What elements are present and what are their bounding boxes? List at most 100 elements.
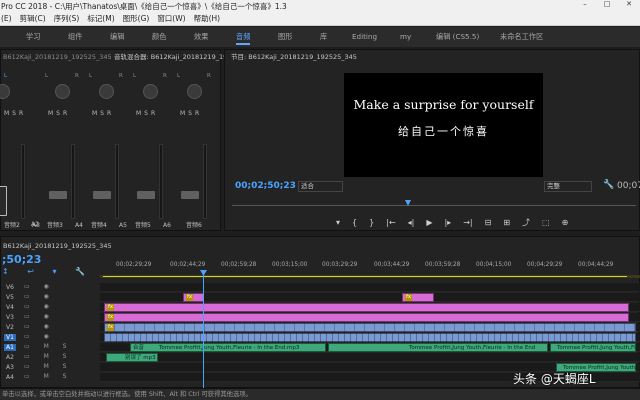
pan-knob[interactable] bbox=[99, 84, 114, 99]
workspace-my[interactable]: my bbox=[400, 27, 411, 47]
pan-knob[interactable] bbox=[143, 84, 158, 99]
workspace-editing[interactable]: 编辑 bbox=[110, 27, 124, 47]
menu-sequence[interactable]: 序列(S) bbox=[54, 13, 80, 25]
mark-in-icon[interactable]: { bbox=[352, 218, 357, 227]
go-to-out-icon[interactable]: →| bbox=[463, 218, 472, 227]
video-clip[interactable]: fx bbox=[183, 293, 204, 302]
track-lane-a1[interactable]: 合音 Tommee Profitt,Jung Youth,Fleurie - In… bbox=[100, 343, 640, 352]
playback-quality-select[interactable]: 完整 bbox=[544, 181, 592, 192]
camera-icon[interactable]: ⬚ bbox=[542, 218, 550, 227]
fader-handle[interactable] bbox=[0, 186, 7, 216]
track-header-v6[interactable]: V6 ▭ ◉ bbox=[0, 283, 100, 293]
workspace-learn[interactable]: 学习 bbox=[26, 27, 40, 47]
track-lane-v4[interactable]: fx bbox=[100, 303, 640, 312]
maximize-button[interactable]: □ bbox=[600, 0, 614, 13]
video-clip[interactable]: fx bbox=[402, 293, 434, 302]
add-marker-icon[interactable]: ▾ bbox=[336, 218, 340, 227]
fader-handle[interactable] bbox=[181, 191, 199, 199]
msr-buttons[interactable]: MSR bbox=[4, 110, 26, 117]
track-toggles-icon[interactable]: ▭ M S bbox=[24, 343, 72, 350]
timeline-timecode[interactable]: ;50;23 bbox=[2, 253, 41, 266]
program-scrub-bar[interactable] bbox=[232, 200, 636, 209]
zoom-fit-select[interactable]: 适合 bbox=[298, 181, 343, 192]
workspace-color[interactable]: 颜色 bbox=[152, 27, 166, 47]
close-button[interactable]: ✕ bbox=[622, 0, 636, 13]
menu-edit[interactable]: (E) bbox=[1, 13, 12, 25]
program-tab[interactable]: 节目: B612Kaji_20181219_192525_345 bbox=[231, 50, 357, 64]
menu-graphics[interactable]: 图形(G) bbox=[123, 13, 150, 25]
audio-clip[interactable]: Tommee Profitt,Jung Youth,Fleurie - In t… bbox=[328, 343, 548, 352]
lift-icon[interactable]: ⊟ bbox=[485, 218, 492, 227]
menu-marker[interactable]: 标记(M) bbox=[87, 13, 114, 25]
mixer-tab-source[interactable]: B612Kaji_20181219_192525_345 bbox=[3, 50, 112, 64]
fader-handle[interactable] bbox=[49, 191, 67, 199]
msr-buttons[interactable]: MSR bbox=[48, 110, 70, 117]
timeline-tools[interactable]: ↕ ↩ ▾ 🔧 bbox=[2, 267, 93, 276]
track-lane-v1[interactable] bbox=[100, 333, 640, 342]
step-forward-icon[interactable]: |▸ bbox=[444, 218, 451, 227]
menu-clip[interactable]: 剪辑(C) bbox=[20, 13, 46, 25]
track-lane-a2[interactable]: 别误了 mp3 bbox=[100, 353, 640, 362]
track-header-v2[interactable]: V2 ▭ ◉ bbox=[0, 323, 100, 333]
workspace-effects[interactable]: 效果 bbox=[194, 27, 208, 47]
program-timecode[interactable]: 00;02;50;23 bbox=[235, 181, 296, 191]
timeline-playhead[interactable] bbox=[203, 272, 204, 390]
fader-handle[interactable] bbox=[137, 191, 155, 199]
msr-buttons[interactable]: MSR bbox=[92, 110, 114, 117]
audio-clip[interactable]: 合音 Tommee Profitt,Jung Youth,Fleurie - In… bbox=[130, 343, 326, 352]
menu-window[interactable]: 窗口(W) bbox=[157, 13, 185, 25]
track-toggles-icon[interactable]: ▭ ◉ bbox=[24, 323, 55, 330]
menu-help[interactable]: 帮助(H) bbox=[194, 13, 221, 25]
workspace-assembly[interactable]: 组件 bbox=[68, 27, 82, 47]
track-lane-v3[interactable]: fx bbox=[100, 313, 640, 322]
minimize-button[interactable]: – bbox=[578, 0, 592, 13]
track-header-v1[interactable]: V1 ▭ ◉ bbox=[0, 333, 100, 343]
track-header-v5[interactable]: V5 ▭ ◉ bbox=[0, 293, 100, 303]
workspace-cs55[interactable]: 编辑 (CS5.5) bbox=[436, 27, 479, 47]
track-toggles-icon[interactable]: ▭ M S bbox=[24, 373, 72, 380]
go-to-in-icon[interactable]: |← bbox=[386, 218, 395, 227]
track-header-a3[interactable]: A3 ▭ M S bbox=[0, 363, 100, 373]
workspace-audio[interactable]: 音频 bbox=[236, 27, 251, 47]
track-toggles-icon[interactable]: ▭ ◉ bbox=[24, 313, 55, 320]
video-clip[interactable]: fx bbox=[104, 313, 629, 322]
pan-knob[interactable] bbox=[187, 84, 202, 99]
pan-knob[interactable] bbox=[55, 84, 70, 99]
mark-out-icon[interactable]: } bbox=[369, 218, 374, 227]
pan-knob[interactable] bbox=[0, 84, 10, 99]
video-clip[interactable] bbox=[104, 333, 636, 342]
video-clip[interactable]: fx bbox=[104, 303, 629, 312]
track-toggles-icon[interactable]: ▭ ◉ bbox=[24, 293, 55, 300]
track-header-a4[interactable]: A4 ▭ M S bbox=[0, 373, 100, 383]
msr-buttons[interactable]: MSR bbox=[136, 110, 158, 117]
track-lane-v5[interactable]: fx fx bbox=[100, 293, 640, 302]
track-toggles-icon[interactable]: ▭ ◉ bbox=[24, 303, 55, 310]
fader-handle[interactable] bbox=[93, 191, 111, 199]
step-back-icon[interactable]: ◂| bbox=[408, 218, 415, 227]
video-clip[interactable]: fx bbox=[104, 323, 636, 332]
msr-buttons[interactable]: MSR bbox=[180, 110, 202, 117]
track-toggles-icon[interactable]: ▭ M S bbox=[24, 353, 72, 360]
workspace-libraries[interactable]: 库 bbox=[320, 27, 327, 47]
audio-clip[interactable]: 别误了 mp3 bbox=[106, 353, 158, 362]
workspace-editing-en[interactable]: Editing bbox=[352, 27, 377, 47]
workspace-untitled[interactable]: 未命名工作区 bbox=[500, 27, 543, 47]
track-lane-v2[interactable]: fx bbox=[100, 323, 640, 332]
track-header-v4[interactable]: V4 ▭ ◉ bbox=[0, 303, 100, 313]
audio-clip[interactable]: Tommee Profitt,Jung Youth,Fleu bbox=[550, 343, 640, 352]
extract-icon[interactable]: ⊞ bbox=[503, 218, 510, 227]
track-header-a2[interactable]: A2 ▭ M S bbox=[0, 353, 100, 363]
track-lane-v6[interactable] bbox=[100, 283, 640, 292]
track-toggles-icon[interactable]: ▭ ◉ bbox=[24, 333, 55, 340]
track-toggles-icon[interactable]: ▭ M S bbox=[24, 363, 72, 370]
work-area-range[interactable] bbox=[103, 276, 627, 277]
play-icon[interactable]: ▶ bbox=[426, 218, 432, 227]
track-toggles-icon[interactable]: ▭ ◉ bbox=[24, 283, 55, 290]
export-frame-icon[interactable]: ⤴ bbox=[522, 217, 530, 228]
workspace-graphics[interactable]: 图形 bbox=[278, 27, 292, 47]
track-header-a1[interactable]: A1 ▭ M S bbox=[0, 343, 100, 353]
track-header-v3[interactable]: V3 ▭ ◉ bbox=[0, 313, 100, 323]
add-button-icon[interactable]: ⊕ bbox=[562, 218, 569, 227]
timeline-tab[interactable]: B612Kaji_20181219_192525_345 bbox=[3, 239, 112, 253]
wrench-icon[interactable]: 🔧 bbox=[603, 180, 614, 190]
